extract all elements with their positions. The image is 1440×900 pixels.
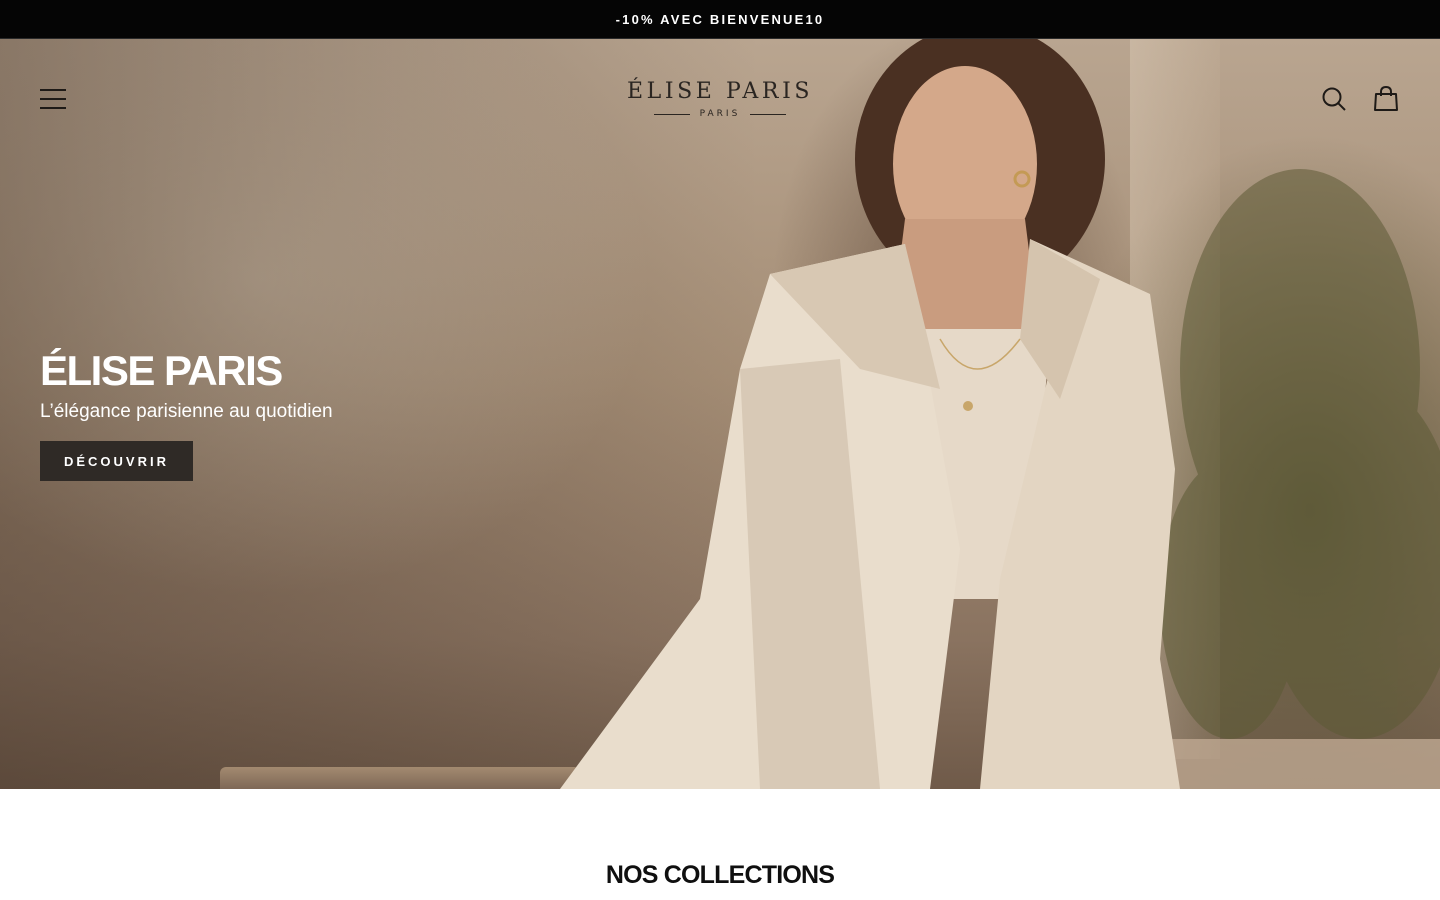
logo-subtitle: PARIS [600, 109, 840, 119]
logo-name: ÉLISE PARIS [626, 79, 814, 104]
collections-heading: NOS COLLECTIONS [605, 861, 835, 889]
logo-sub-text: PARIS [699, 109, 741, 119]
hero-subtitle: L’élégance parisienne au quotidien [40, 401, 333, 422]
hero-text-block: ÉLISE PARIS L’élégance parisienne au quo… [40, 347, 640, 425]
site-header: ÉLISE PARIS PARIS [0, 39, 1440, 159]
logo[interactable]: ÉLISE PARIS PARIS [600, 77, 840, 127]
announcement-text: -10% AVEC BIENVENUE10 [615, 11, 825, 27]
discover-button[interactable]: DÉCOUVRIR [40, 441, 193, 481]
cart-icon[interactable] [1372, 85, 1400, 113]
hero-title: ÉLISE PARIS [40, 347, 283, 394]
announcement-bar: -10% AVEC BIENVENUE10 [0, 0, 1440, 39]
search-icon[interactable] [1320, 85, 1348, 113]
menu-icon[interactable] [40, 85, 68, 113]
